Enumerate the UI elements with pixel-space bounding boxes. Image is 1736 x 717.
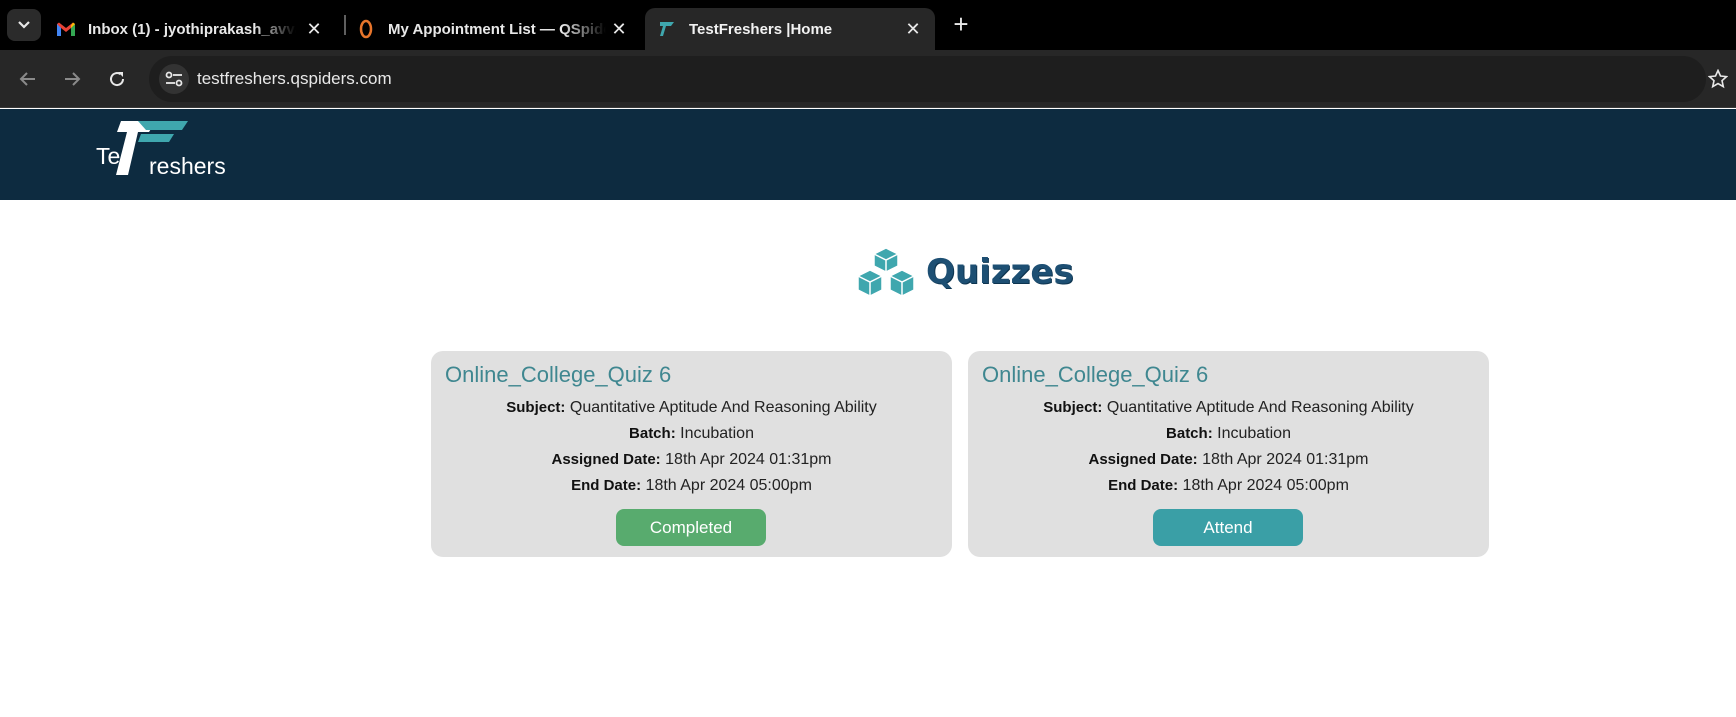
end-value: 18th Apr 2024 05:00pm <box>1182 477 1349 494</box>
quiz-batch: Batch: Incubation <box>431 425 952 443</box>
quiz-assigned-date: Assigned Date: 18th Apr 2024 01:31pm <box>968 451 1489 469</box>
close-icon[interactable]: ✕ <box>304 19 324 39</box>
address-bar[interactable]: testfreshers.qspiders.com <box>149 56 1706 102</box>
assigned-value: 18th Apr 2024 01:31pm <box>1202 451 1369 468</box>
quiz-card: Online_College_Quiz 6 Subject: Quantitat… <box>431 351 952 557</box>
assigned-label: Assigned Date: <box>1088 451 1198 468</box>
tab-separator <box>344 15 346 35</box>
bookmark-button[interactable] <box>1703 64 1733 94</box>
tab-title: Inbox (1) - jyothiprakash_avvari <box>88 20 296 38</box>
tab-title: TestFreshers |Home <box>689 20 833 38</box>
forward-button[interactable] <box>57 64 87 94</box>
tab-testfreshers-active[interactable]: TestFreshers |Home ✕ <box>645 8 935 50</box>
cubes-icon <box>857 247 915 297</box>
end-label: End Date: <box>571 477 642 494</box>
new-tab-button[interactable]: + <box>948 11 974 38</box>
subject-value: Quantitative Aptitude And Reasoning Abil… <box>1106 399 1414 416</box>
close-icon[interactable]: ✕ <box>903 19 923 39</box>
logo-f-mid <box>138 134 174 142</box>
completed-button[interactable]: Completed <box>616 509 766 546</box>
batch-label: Batch: <box>1166 425 1213 442</box>
site-header: Tes reshers <box>0 109 1736 200</box>
batch-value: Incubation <box>680 425 754 442</box>
reload-button[interactable] <box>102 64 132 94</box>
gmail-icon <box>56 19 76 39</box>
assigned-value: 18th Apr 2024 01:31pm <box>665 451 832 468</box>
page-title: Quizzes <box>926 252 1074 292</box>
subject-label: Subject: <box>1043 399 1103 416</box>
browser-tab-strip: Inbox (1) - jyothiprakash_avvari ✕ My Ap… <box>0 0 1736 50</box>
logo-text-right: reshers <box>149 153 226 179</box>
page-heading: Quizzes <box>856 244 1074 300</box>
logo-f-top <box>138 121 188 130</box>
assigned-label: Assigned Date: <box>551 451 661 468</box>
quiz-subject: Subject: Quantitative Aptitude And Reaso… <box>431 399 952 417</box>
browser-toolbar: testfreshers.qspiders.com <box>0 50 1736 108</box>
chevron-down-icon <box>18 21 30 29</box>
subject-value: Quantitative Aptitude And Reasoning Abil… <box>569 399 877 416</box>
quiz-title: Online_College_Quiz 6 <box>445 362 672 387</box>
quiz-subject: Subject: Quantitative Aptitude And Reaso… <box>968 399 1489 417</box>
batch-label: Batch: <box>629 425 676 442</box>
attend-button[interactable]: Attend <box>1153 509 1303 546</box>
quiz-title: Online_College_Quiz 6 <box>982 362 1209 387</box>
quiz-end-date: End Date: 18th Apr 2024 05:00pm <box>431 477 952 495</box>
testfreshers-logo[interactable]: Tes reshers <box>94 119 244 189</box>
arrow-left-icon <box>19 72 35 86</box>
end-label: End Date: <box>1108 477 1179 494</box>
quiz-card: Online_College_Quiz 6 Subject: Quantitat… <box>968 351 1489 557</box>
back-button[interactable] <box>13 64 43 94</box>
site-info-button[interactable] <box>159 64 189 94</box>
star-icon <box>1708 69 1728 89</box>
subject-label: Subject: <box>506 399 566 416</box>
close-icon[interactable]: ✕ <box>609 19 629 39</box>
reload-icon <box>110 72 125 87</box>
batch-value: Incubation <box>1217 425 1291 442</box>
arrow-right-icon <box>65 72 81 86</box>
quiz-end-date: End Date: 18th Apr 2024 05:00pm <box>968 477 1489 495</box>
tab-title: My Appointment List — QSpiders <box>388 20 606 38</box>
quiz-assigned-date: Assigned Date: 18th Apr 2024 01:31pm <box>431 451 952 469</box>
quiz-batch: Batch: Incubation <box>968 425 1489 443</box>
tab-search-button[interactable] <box>7 9 41 41</box>
url-text[interactable]: testfreshers.qspiders.com <box>197 69 392 89</box>
qspiders-icon <box>356 19 376 39</box>
testfreshers-icon <box>657 19 677 39</box>
tune-icon <box>165 71 183 87</box>
tab-gmail[interactable]: Inbox (1) - jyothiprakash_avvari ✕ <box>56 8 336 50</box>
tab-appointments[interactable]: My Appointment List — QSpiders ✕ <box>356 8 641 50</box>
end-value: 18th Apr 2024 05:00pm <box>645 477 812 494</box>
